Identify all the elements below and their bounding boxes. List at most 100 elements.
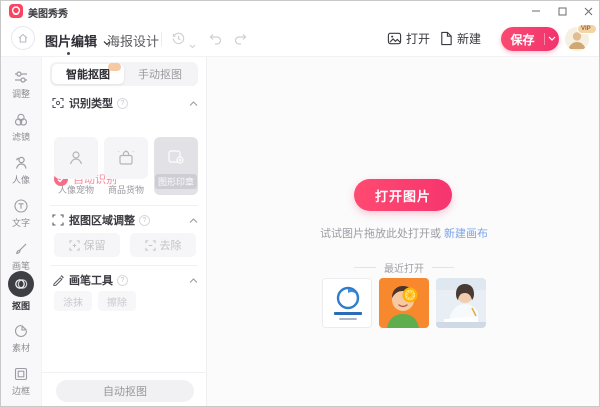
erase-chip[interactable]: 擦除 bbox=[98, 291, 136, 311]
rail-label: 边框 bbox=[1, 384, 41, 397]
help-icon[interactable]: ? bbox=[139, 215, 150, 226]
type-card-goods[interactable] bbox=[104, 137, 148, 179]
tab-smart-cutout[interactable]: 智能抠图 bbox=[52, 64, 124, 84]
pro-badge-icon bbox=[108, 63, 121, 71]
open-image-button[interactable]: 打开图片 bbox=[354, 179, 452, 211]
remove-button[interactable]: 去除 bbox=[130, 233, 196, 257]
person-icon bbox=[1, 149, 41, 171]
new-canvas-link[interactable]: 新建画布 bbox=[444, 228, 488, 240]
new-file-icon bbox=[439, 31, 453, 46]
titlebar: 美图秀秀 bbox=[1, 1, 600, 21]
rail-item-frame[interactable]: 边框 bbox=[1, 360, 41, 402]
rail-label: 文字 bbox=[1, 216, 41, 229]
brush-title: 画笔工具 bbox=[69, 272, 113, 288]
toolbar-divider bbox=[161, 32, 162, 46]
bag-icon bbox=[116, 148, 136, 168]
auto-cutout-button[interactable]: 自动抠图 bbox=[56, 380, 194, 402]
save-chevron-down-icon[interactable] bbox=[545, 36, 559, 42]
keep-button[interactable]: 保留 bbox=[54, 233, 120, 257]
person-outline-icon bbox=[66, 148, 86, 168]
recent-thumbnail-company-logo[interactable] bbox=[322, 278, 372, 328]
help-icon[interactable]: ? bbox=[117, 275, 128, 286]
minimize-button[interactable] bbox=[523, 2, 549, 20]
collapse-chevron-up-icon[interactable] bbox=[189, 211, 198, 229]
scan-icon bbox=[52, 97, 64, 109]
rail-item-portrait[interactable]: 人像 bbox=[1, 149, 41, 191]
sliders-icon bbox=[1, 63, 41, 85]
maximize-button[interactable] bbox=[549, 2, 575, 20]
sticker-icon bbox=[1, 317, 41, 339]
rail-item-cutout[interactable]: 抠图 bbox=[1, 271, 41, 313]
decorative-line bbox=[354, 267, 376, 268]
remove-button-label: 去除 bbox=[160, 237, 182, 253]
keep-button-label: 保留 bbox=[84, 237, 106, 253]
keep-icon bbox=[69, 240, 80, 251]
erase-chip-label: 擦除 bbox=[107, 294, 127, 309]
vip-badge: VIP bbox=[577, 24, 597, 34]
home-button[interactable] bbox=[11, 26, 35, 50]
collapse-chevron-up-icon[interactable] bbox=[189, 271, 198, 289]
tab-smart-cutout-label: 智能抠图 bbox=[66, 66, 110, 82]
open-image-icon bbox=[387, 31, 402, 46]
history-chevron-down-icon[interactable] bbox=[189, 36, 196, 54]
recent-opened-header: 最近打开 bbox=[207, 260, 600, 275]
panel-bottom-divider bbox=[42, 372, 207, 373]
history-icon[interactable] bbox=[171, 31, 186, 51]
close-button[interactable] bbox=[575, 2, 600, 20]
left-rail: 调整 滤镜 人像 文字 画笔 抠图 素材 边框 bbox=[1, 57, 41, 407]
app-title: 美图秀秀 bbox=[28, 5, 68, 20]
recognition-title: 识别类型 bbox=[69, 95, 113, 111]
recognition-section-header[interactable]: 识别类型 ? bbox=[52, 96, 198, 110]
toolbar: 图片编辑 海报设计 打开 新建 保存 bbox=[1, 21, 600, 57]
type-label-goods: 商品货物 bbox=[100, 183, 152, 196]
type-label-graphic-stamp: 图形印章 bbox=[155, 174, 197, 189]
region-corners-icon bbox=[52, 214, 64, 226]
redo-icon[interactable] bbox=[233, 31, 249, 51]
rail-label: 调整 bbox=[1, 87, 41, 100]
help-icon[interactable]: ? bbox=[117, 98, 128, 109]
tab-manual-cutout-label: 手动抠图 bbox=[138, 66, 182, 82]
tab-poster-design[interactable]: 海报设计 bbox=[107, 31, 159, 50]
type-card-portrait-pets[interactable] bbox=[54, 137, 98, 179]
tab-manual-cutout[interactable]: 手动抠图 bbox=[124, 64, 196, 84]
section-divider bbox=[50, 205, 198, 206]
frame-icon bbox=[1, 360, 41, 382]
rail-label: 滤镜 bbox=[1, 130, 41, 143]
region-title: 抠图区域调整 bbox=[69, 212, 135, 228]
save-button[interactable]: 保存 bbox=[501, 27, 559, 51]
tab-photo-edit-label: 图片编辑 bbox=[45, 34, 97, 49]
cutout-mode-tabs: 智能抠图 手动抠图 bbox=[50, 62, 198, 86]
image-stamp-icon bbox=[166, 147, 186, 167]
rail-item-text[interactable]: 文字 bbox=[1, 192, 41, 234]
collapse-chevron-up-icon[interactable] bbox=[189, 94, 198, 112]
drop-hint-text: 试试图片拖放此处打开或 bbox=[320, 228, 441, 240]
pencil-icon bbox=[52, 274, 64, 286]
recent-thumbnail-girl-writing[interactable] bbox=[436, 278, 486, 328]
undo-icon[interactable] bbox=[207, 31, 223, 51]
new-button[interactable]: 新建 bbox=[439, 30, 481, 47]
open-button[interactable]: 打开 bbox=[387, 30, 430, 47]
main-canvas-area[interactable]: 打开图片 试试图片拖放此处打开或 新建画布 最近打开 bbox=[207, 57, 600, 407]
rail-label: 人像 bbox=[1, 173, 41, 186]
tool-panel: 智能抠图 手动抠图 识别类型 ? 自动识别 人像宠物 商品货物 bbox=[41, 57, 207, 407]
recent-title: 最近打开 bbox=[384, 260, 424, 275]
filter-circles-icon bbox=[1, 106, 41, 128]
app-window: 美图秀秀 图片编辑 海报设计 bbox=[0, 0, 600, 407]
tab-photo-edit[interactable]: 图片编辑 bbox=[45, 31, 111, 50]
active-tab-indicator-dot bbox=[67, 52, 70, 55]
text-circle-icon bbox=[1, 192, 41, 214]
save-button-label: 保存 bbox=[501, 31, 544, 48]
rail-item-material[interactable]: 素材 bbox=[1, 317, 41, 359]
recent-thumbnail-girl-with-orange[interactable] bbox=[379, 278, 429, 328]
type-card-graphic-stamp[interactable]: 图形印章 bbox=[154, 137, 198, 195]
rail-item-adjust[interactable]: 调整 bbox=[1, 63, 41, 105]
section-divider bbox=[50, 265, 198, 266]
region-section-header[interactable]: 抠图区域调整 ? bbox=[52, 213, 198, 227]
type-label-portrait-pets: 人像宠物 bbox=[50, 183, 102, 196]
brush-section-header[interactable]: 画笔工具 ? bbox=[52, 273, 198, 287]
smear-chip-label: 涂抹 bbox=[63, 294, 83, 309]
smear-chip[interactable]: 涂抹 bbox=[54, 291, 92, 311]
cutout-icon bbox=[8, 271, 34, 297]
rail-item-filter[interactable]: 滤镜 bbox=[1, 106, 41, 148]
brush-icon bbox=[1, 235, 41, 257]
